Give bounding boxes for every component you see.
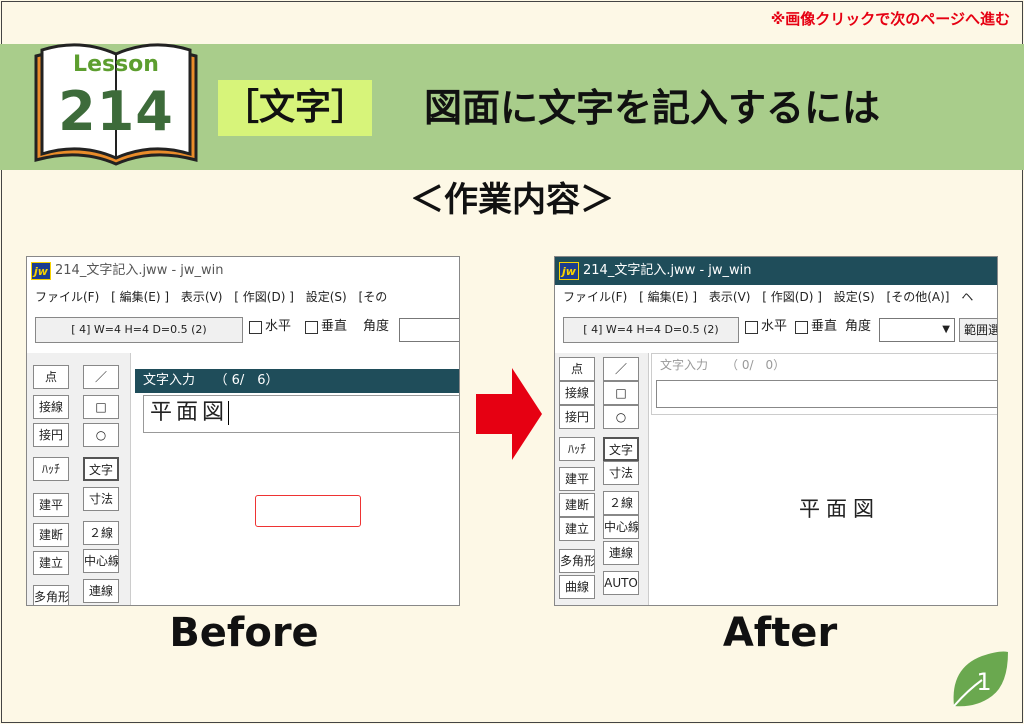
dialog-title: 文字入力 （ 6/ 6） [135,369,459,393]
jw-logo-icon: jw [31,262,51,280]
tool-hatch[interactable]: ﾊｯﾁ [33,457,69,481]
section-subtitle: ＜作業内容＞ [410,180,614,220]
tool-dimension[interactable]: 寸法 [83,487,119,511]
angle-input[interactable] [399,318,459,342]
tool-polygon[interactable]: 多角形 [559,549,595,573]
tool-tangent-circle[interactable]: 接円 [33,423,69,447]
window-title: 214_文字記入.jww - jw_win [55,263,224,278]
range-select-button[interactable]: 範囲選 [959,318,997,342]
tool-tangent-circle[interactable]: 接円 [559,405,595,429]
vertical-checkbox[interactable] [795,321,808,334]
tool-continuous-line[interactable]: 連線 [83,579,119,603]
text-toolbar: [ 4] W=4 H=4 D=0.5 (2) 水平 垂直 角度 ▼ 範囲選 [555,313,997,347]
tool-tangent-line[interactable]: 接線 [33,395,69,419]
tool-auto[interactable]: AUTO [603,571,639,595]
text-input-dialog: 文字入力 （ 0/ 0） [651,353,997,415]
menu-other[interactable]: [その他(A)] [887,290,950,304]
horizontal-label: 水平 [761,319,788,334]
tool-elevation[interactable]: 建立 [559,517,595,541]
text-input-dialog: 文字入力 （ 6/ 6） 平面図 [135,369,459,435]
tool-continuous-line[interactable]: 連線 [603,541,639,565]
next-page-hint[interactable]: ※画像クリックで次のページへ進む [771,8,1010,29]
text-placement-preview [255,495,361,527]
tool-section[interactable]: 建断 [33,523,69,547]
tool-circle[interactable]: ○ [603,405,639,429]
text-toolbar: [ 4] W=4 H=4 D=0.5 (2) 水平 垂直 角度 [27,313,459,347]
window-title: 214_文字記入.jww - jw_win [583,263,752,278]
menu-settings[interactable]: 設定(S) [834,290,875,304]
lesson-number: 214 [58,80,174,143]
menu-bar: ファイル(F) [ 編集(E) ] 表示(V) [ 作図(D) ] 設定(S) … [555,285,997,309]
dialog-title: 文字入力 （ 0/ 0） [652,354,997,376]
vertical-checkbox[interactable] [305,321,318,334]
text-caret [228,401,230,425]
angle-label: 角度 [845,319,872,334]
horizontal-label: 水平 [265,319,292,334]
tool-palette: 点 接線 接円 ﾊｯﾁ 建平 建断 建立 多角形 ／ □ ○ 文字 寸法 ２線 … [27,353,131,605]
tool-text-active[interactable]: 文字 [83,457,119,481]
tool-line[interactable]: ／ [83,365,119,389]
tool-rectangle[interactable]: □ [603,381,639,405]
menu-edit[interactable]: [ 編集(E) ] [639,290,697,304]
tool-plan[interactable]: 建平 [33,493,69,517]
tool-double-line[interactable]: ２線 [83,521,119,545]
vertical-label: 垂直 [321,319,348,334]
tool-tangent-line[interactable]: 接線 [559,381,595,405]
after-screenshot[interactable]: jw 214_文字記入.jww - jw_win ファイル(F) [ 編集(E)… [554,256,998,606]
tool-elevation[interactable]: 建立 [33,551,69,575]
page-number: 1 [976,668,991,696]
window-titlebar: jw 214_文字記入.jww - jw_win [27,257,459,285]
lesson-label: Lesson [73,52,159,77]
tool-polygon[interactable]: 多角形 [33,585,69,605]
before-caption: Before [169,610,319,656]
tool-palette: 点 接線 接円 ﾊｯﾁ 建平 建断 建立 多角形 曲線 ／ □ ○ 文字 寸法 … [555,353,649,605]
text-input-field[interactable]: 平面図 [143,395,459,433]
text-params-button[interactable]: [ 4] W=4 H=4 D=0.5 (2) [563,317,739,343]
menu-draw[interactable]: [ 作図(D) ] [762,290,822,304]
menu-view[interactable]: 表示(V) [709,290,751,304]
after-caption: After [722,610,838,656]
before-screenshot[interactable]: jw 214_文字記入.jww - jw_win ファイル(F) [ 編集(E)… [26,256,460,606]
menu-view[interactable]: 表示(V) [181,290,223,304]
tool-text-active[interactable]: 文字 [603,437,639,461]
jw-logo-icon: jw [559,262,579,280]
menu-settings[interactable]: 設定(S) [306,290,347,304]
horizontal-checkbox[interactable] [745,321,758,334]
tool-dimension[interactable]: 寸法 [603,461,639,485]
menu-help[interactable]: ヘ [961,290,973,304]
horizontal-checkbox[interactable] [249,321,262,334]
menu-file[interactable]: ファイル(F) [563,290,627,304]
tool-section[interactable]: 建断 [559,493,595,517]
angle-dropdown[interactable]: ▼ [879,318,955,342]
tool-curve[interactable]: 曲線 [559,575,595,599]
vertical-label: 垂直 [811,319,838,334]
menu-draw[interactable]: [ 作図(D) ] [234,290,294,304]
tool-double-line[interactable]: ２線 [603,491,639,515]
text-input-value: 平面図 [150,400,229,425]
category-tag: ［文字］ [218,80,372,136]
menu-bar: ファイル(F) [ 編集(E) ] 表示(V) [ 作図(D) ] 設定(S) … [27,285,459,309]
menu-edit[interactable]: [ 編集(E) ] [111,290,169,304]
leaf-page-icon[interactable]: 1 [948,650,1010,708]
tool-line[interactable]: ／ [603,357,639,381]
menu-file[interactable]: ファイル(F) [35,290,99,304]
right-arrow-icon [476,368,542,460]
tool-center-line[interactable]: 中心線 [603,515,639,539]
text-input-field[interactable] [656,380,997,408]
tool-hatch[interactable]: ﾊｯﾁ [559,437,595,461]
page-title: 図面に文字を記入するには [424,86,881,130]
tool-rectangle[interactable]: □ [83,395,119,419]
tool-plan[interactable]: 建平 [559,467,595,491]
window-titlebar: jw 214_文字記入.jww - jw_win [555,257,997,285]
text-params-button[interactable]: [ 4] W=4 H=4 D=0.5 (2) [35,317,243,343]
tool-point[interactable]: 点 [33,365,69,389]
tool-circle[interactable]: ○ [83,423,119,447]
angle-label: 角度 [363,319,390,334]
placed-text: 平面図 [799,497,880,521]
menu-other[interactable]: [その [359,290,388,304]
chevron-down-icon: ▼ [942,324,950,335]
tool-center-line[interactable]: 中心線 [83,549,119,573]
tool-point[interactable]: 点 [559,357,595,381]
